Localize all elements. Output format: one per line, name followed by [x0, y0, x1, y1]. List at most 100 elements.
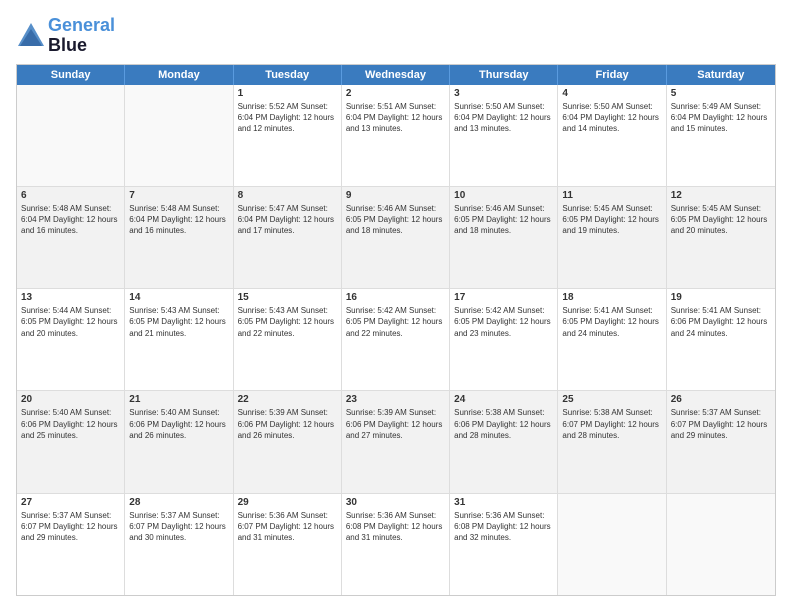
day-number: 6 — [21, 190, 120, 201]
day-number: 23 — [346, 394, 445, 405]
day-number: 9 — [346, 190, 445, 201]
cell-info: Sunrise: 5:40 AM Sunset: 6:06 PM Dayligh… — [129, 407, 228, 441]
calendar-row-1: 6 Sunrise: 5:48 AM Sunset: 6:04 PM Daylig… — [17, 187, 775, 289]
cell-info: Sunrise: 5:45 AM Sunset: 6:05 PM Dayligh… — [671, 203, 771, 237]
day-number: 19 — [671, 292, 771, 303]
calendar-body: 1 Sunrise: 5:52 AM Sunset: 6:04 PM Daylig… — [17, 85, 775, 595]
day-number: 12 — [671, 190, 771, 201]
day-number: 3 — [454, 88, 553, 99]
calendar-cell-26: 26Sunrise: 5:37 AM Sunset: 6:07 PM Dayli… — [667, 391, 775, 492]
weekday-header-monday: Monday — [125, 65, 233, 85]
day-number: 10 — [454, 190, 553, 201]
cell-info: Sunrise: 5:48 AM Sunset: 6:04 PM Dayligh… — [129, 203, 228, 237]
day-number: 8 — [238, 190, 337, 201]
cell-info: Sunrise: 5:42 AM Sunset: 6:05 PM Dayligh… — [454, 305, 553, 339]
calendar-cell-31: 31 Sunrise: 5:36 AM Sunset: 6:08 PM Dayli… — [450, 494, 558, 595]
calendar-cell-2: 2 Sunrise: 5:51 AM Sunset: 6:04 PM Daylig… — [342, 85, 450, 186]
weekday-header-friday: Friday — [558, 65, 666, 85]
logo-icon — [16, 21, 46, 51]
day-number: 22 — [238, 394, 337, 405]
day-number: 25 — [562, 394, 661, 405]
logo-text: General Blue — [48, 16, 115, 56]
cell-info: Sunrise: 5:37 AM Sunset: 6:07 PM Dayligh… — [129, 510, 228, 544]
cell-info: Sunrise: 5:36 AM Sunset: 6:08 PM Dayligh… — [346, 510, 445, 544]
calendar-cell-21: 21Sunrise: 5:40 AM Sunset: 6:06 PM Dayli… — [125, 391, 233, 492]
day-number: 30 — [346, 497, 445, 508]
calendar-cell-29: 29 Sunrise: 5:36 AM Sunset: 6:07 PM Dayli… — [234, 494, 342, 595]
day-number: 14 — [129, 292, 228, 303]
cell-info: Sunrise: 5:36 AM Sunset: 6:08 PM Dayligh… — [454, 510, 553, 544]
calendar-cell-1: 1 Sunrise: 5:52 AM Sunset: 6:04 PM Daylig… — [234, 85, 342, 186]
day-number: 15 — [238, 292, 337, 303]
cell-info: Sunrise: 5:43 AM Sunset: 6:05 PM Dayligh… — [238, 305, 337, 339]
calendar-cell-empty — [558, 494, 666, 595]
cell-info: Sunrise: 5:44 AM Sunset: 6:05 PM Dayligh… — [21, 305, 120, 339]
cell-info: Sunrise: 5:36 AM Sunset: 6:07 PM Dayligh… — [238, 510, 337, 544]
calendar-cell-18: 18 Sunrise: 5:41 AM Sunset: 6:05 PM Dayli… — [558, 289, 666, 390]
calendar-cell-10: 10 Sunrise: 5:46 AM Sunset: 6:05 PM Dayli… — [450, 187, 558, 288]
calendar-cell-17: 17 Sunrise: 5:42 AM Sunset: 6:05 PM Dayli… — [450, 289, 558, 390]
cell-info: Sunrise: 5:49 AM Sunset: 6:04 PM Dayligh… — [671, 101, 771, 135]
day-number: 2 — [346, 88, 445, 99]
calendar-cell-7: 7 Sunrise: 5:48 AM Sunset: 6:04 PM Daylig… — [125, 187, 233, 288]
calendar-cell-3: 3 Sunrise: 5:50 AM Sunset: 6:04 PM Daylig… — [450, 85, 558, 186]
cell-info: Sunrise: 5:47 AM Sunset: 6:04 PM Dayligh… — [238, 203, 337, 237]
calendar-cell-6: 6 Sunrise: 5:48 AM Sunset: 6:04 PM Daylig… — [17, 187, 125, 288]
day-number: 18 — [562, 292, 661, 303]
cell-info: Sunrise: 5:46 AM Sunset: 6:05 PM Dayligh… — [454, 203, 553, 237]
calendar-cell-5: 5 Sunrise: 5:49 AM Sunset: 6:04 PM Daylig… — [667, 85, 775, 186]
calendar-cell-15: 15 Sunrise: 5:43 AM Sunset: 6:05 PM Dayli… — [234, 289, 342, 390]
calendar: SundayMondayTuesdayWednesdayThursdayFrid… — [16, 64, 776, 596]
calendar-cell-4: 4Sunrise: 5:50 AM Sunset: 6:04 PM Daylig… — [558, 85, 666, 186]
cell-info: Sunrise: 5:45 AM Sunset: 6:05 PM Dayligh… — [562, 203, 661, 237]
logo: General Blue — [16, 16, 115, 56]
calendar-cell-19: 19 Sunrise: 5:41 AM Sunset: 6:06 PM Dayli… — [667, 289, 775, 390]
cell-info: Sunrise: 5:43 AM Sunset: 6:05 PM Dayligh… — [129, 305, 228, 339]
weekday-header-thursday: Thursday — [450, 65, 558, 85]
day-number: 16 — [346, 292, 445, 303]
day-number: 17 — [454, 292, 553, 303]
cell-info: Sunrise: 5:37 AM Sunset: 6:07 PM Dayligh… — [21, 510, 120, 544]
weekday-header-wednesday: Wednesday — [342, 65, 450, 85]
weekday-header-saturday: Saturday — [667, 65, 775, 85]
calendar-cell-8: 8 Sunrise: 5:47 AM Sunset: 6:04 PM Daylig… — [234, 187, 342, 288]
day-number: 27 — [21, 497, 120, 508]
calendar-cell-empty — [667, 494, 775, 595]
cell-info: Sunrise: 5:50 AM Sunset: 6:04 PM Dayligh… — [454, 101, 553, 135]
calendar-header: SundayMondayTuesdayWednesdayThursdayFrid… — [17, 65, 775, 85]
calendar-cell-9: 9 Sunrise: 5:46 AM Sunset: 6:05 PM Daylig… — [342, 187, 450, 288]
day-number: 1 — [238, 88, 337, 99]
day-number: 20 — [21, 394, 120, 405]
cell-info: Sunrise: 5:42 AM Sunset: 6:05 PM Dayligh… — [346, 305, 445, 339]
calendar-cell-20: 20 Sunrise: 5:40 AM Sunset: 6:06 PM Dayli… — [17, 391, 125, 492]
cell-info: Sunrise: 5:48 AM Sunset: 6:04 PM Dayligh… — [21, 203, 120, 237]
header: General Blue — [16, 16, 776, 56]
weekday-header-sunday: Sunday — [17, 65, 125, 85]
calendar-cell-13: 13Sunrise: 5:44 AM Sunset: 6:05 PM Dayli… — [17, 289, 125, 390]
day-number: 31 — [454, 497, 553, 508]
calendar-cell-12: 12 Sunrise: 5:45 AM Sunset: 6:05 PM Dayli… — [667, 187, 775, 288]
cell-info: Sunrise: 5:37 AM Sunset: 6:07 PM Dayligh… — [671, 407, 771, 441]
calendar-cell-14: 14 Sunrise: 5:43 AM Sunset: 6:05 PM Dayli… — [125, 289, 233, 390]
calendar-row-0: 1 Sunrise: 5:52 AM Sunset: 6:04 PM Daylig… — [17, 85, 775, 187]
calendar-cell-25: 25Sunrise: 5:38 AM Sunset: 6:07 PM Dayli… — [558, 391, 666, 492]
calendar-row-4: 27 Sunrise: 5:37 AM Sunset: 6:07 PM Dayli… — [17, 494, 775, 595]
cell-info: Sunrise: 5:39 AM Sunset: 6:06 PM Dayligh… — [238, 407, 337, 441]
calendar-cell-24: 24Sunrise: 5:38 AM Sunset: 6:06 PM Dayli… — [450, 391, 558, 492]
cell-info: Sunrise: 5:40 AM Sunset: 6:06 PM Dayligh… — [21, 407, 120, 441]
day-number: 5 — [671, 88, 771, 99]
page: General Blue SundayMondayTuesdayWednesda… — [0, 0, 792, 612]
calendar-cell-27: 27 Sunrise: 5:37 AM Sunset: 6:07 PM Dayli… — [17, 494, 125, 595]
calendar-cell-empty — [125, 85, 233, 186]
cell-info: Sunrise: 5:41 AM Sunset: 6:06 PM Dayligh… — [671, 305, 771, 339]
cell-info: Sunrise: 5:50 AM Sunset: 6:04 PM Dayligh… — [562, 101, 661, 135]
cell-info: Sunrise: 5:39 AM Sunset: 6:06 PM Dayligh… — [346, 407, 445, 441]
cell-info: Sunrise: 5:52 AM Sunset: 6:04 PM Dayligh… — [238, 101, 337, 135]
cell-info: Sunrise: 5:41 AM Sunset: 6:05 PM Dayligh… — [562, 305, 661, 339]
cell-info: Sunrise: 5:51 AM Sunset: 6:04 PM Dayligh… — [346, 101, 445, 135]
day-number: 7 — [129, 190, 228, 201]
calendar-cell-11: 11Sunrise: 5:45 AM Sunset: 6:05 PM Dayli… — [558, 187, 666, 288]
calendar-cell-empty — [17, 85, 125, 186]
cell-info: Sunrise: 5:46 AM Sunset: 6:05 PM Dayligh… — [346, 203, 445, 237]
day-number: 29 — [238, 497, 337, 508]
